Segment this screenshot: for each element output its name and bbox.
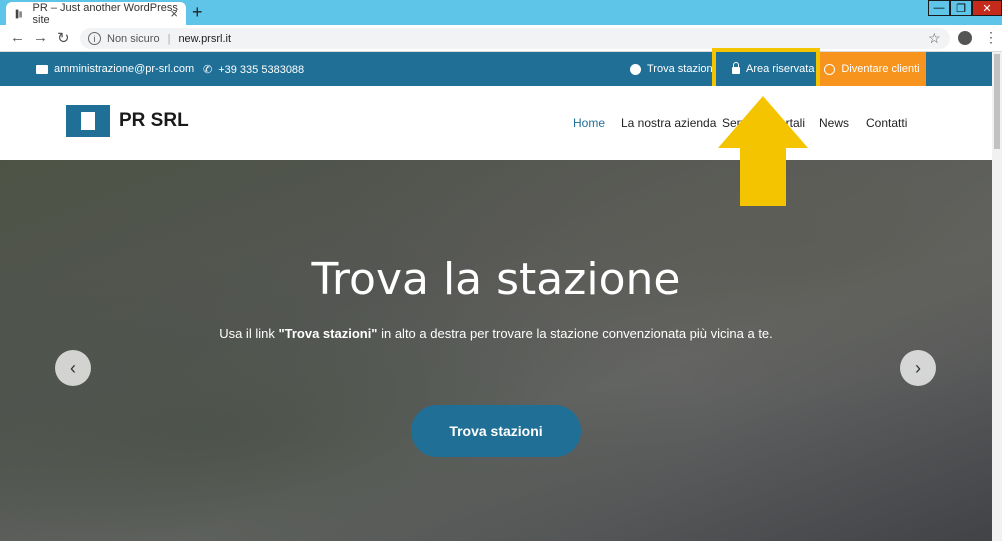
phone-icon: ✆	[203, 64, 213, 76]
hero-title: Trova la stazione	[311, 254, 681, 305]
url-separator: |	[167, 32, 171, 45]
account-icon[interactable]	[958, 31, 972, 45]
hero-subtitle: Usa il link "Trova stazioni" in alto a d…	[219, 326, 773, 341]
hero-slider: Trova la stazione Usa il link "Trova sta…	[0, 160, 992, 541]
mail-icon	[36, 64, 48, 74]
trova-stazioni-link[interactable]: Trova stazioni	[630, 63, 715, 75]
bookmark-star-icon[interactable]: ☆	[928, 30, 941, 47]
favicon-icon	[15, 9, 22, 18]
highlight-box	[712, 48, 820, 90]
phone-link[interactable]: ✆ +39 335 5383088	[203, 63, 305, 77]
browser-tab[interactable]: PR – Just another WordPress site ×	[6, 1, 186, 26]
minimize-button[interactable]: —	[928, 0, 950, 16]
info-icon[interactable]: i	[88, 32, 101, 45]
slider-next-button[interactable]: ›	[900, 350, 936, 386]
site-header: PR SRL Home La nostra azienda Servizi Po…	[0, 86, 992, 160]
hero-trova-stazioni-button[interactable]: Trova stazioni	[411, 405, 581, 457]
nav-news[interactable]: News	[819, 116, 849, 130]
nav-home[interactable]: Home	[573, 116, 605, 130]
menu-kebab-icon[interactable]: ⋮	[984, 29, 998, 46]
nav-la-nostra-azienda[interactable]: La nostra azienda	[621, 116, 716, 130]
phone-text: +39 335 5383088	[218, 63, 305, 76]
slider-prev-button[interactable]: ‹	[55, 350, 91, 386]
close-window-button[interactable]: ✕	[972, 0, 1002, 16]
email-link[interactable]: amministrazione@pr-srl.com	[36, 63, 194, 75]
annotation-arrow-icon	[718, 96, 808, 206]
address-bar-row: ← → ↻ i Non sicuro | new.prsrl.it ☆ ⋮	[0, 25, 1002, 52]
security-label: Non sicuro	[107, 32, 160, 45]
forward-arrow-icon[interactable]: →	[33, 29, 48, 46]
logo-text[interactable]: PR SRL	[119, 110, 189, 132]
back-arrow-icon[interactable]: ←	[10, 29, 25, 46]
nav-contatti[interactable]: Contatti	[866, 116, 907, 130]
maximize-button[interactable]: ❐	[950, 0, 972, 16]
new-tab-button[interactable]: +	[192, 2, 203, 23]
url-field[interactable]: i Non sicuro | new.prsrl.it	[80, 28, 950, 49]
tab-title: PR – Just another WordPress site	[32, 1, 178, 26]
tab-close-icon[interactable]: ×	[170, 6, 178, 21]
compass-icon	[630, 63, 641, 75]
logo-icon[interactable]	[66, 105, 110, 137]
scrollbar-thumb[interactable]	[994, 54, 1000, 149]
user-icon	[824, 63, 836, 75]
trova-stazioni-label: Trova stazioni	[647, 63, 716, 75]
email-text: amministrazione@pr-srl.com	[54, 63, 195, 75]
browser-tab-bar: PR – Just another WordPress site × + — ❐…	[0, 0, 1002, 26]
diventare-clienti-label: Diventare clienti	[841, 63, 920, 75]
reload-icon[interactable]: ↻	[57, 29, 70, 47]
url-text: new.prsrl.it	[178, 32, 232, 45]
diventare-clienti-button[interactable]: Diventare clienti	[818, 52, 926, 86]
